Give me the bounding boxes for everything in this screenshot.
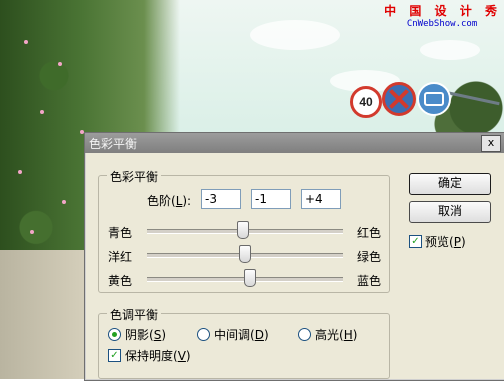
stone-wall bbox=[0, 250, 90, 379]
color-balance-group-title: 色彩平衡 bbox=[107, 168, 162, 185]
slider-red-label: 红色 bbox=[357, 226, 382, 240]
flower bbox=[58, 62, 62, 66]
flower bbox=[30, 230, 34, 234]
watermark-line2: CnWebShow.com bbox=[406, 19, 478, 29]
close-button[interactable]: x bbox=[481, 135, 501, 152]
close-icon: x bbox=[487, 136, 495, 149]
watermark-line1: 中 国 设 计 秀 bbox=[384, 4, 500, 18]
slider-green-label: 绿色 bbox=[357, 250, 382, 264]
no-entry-sign bbox=[382, 82, 416, 116]
slider-blue-label: 蓝色 bbox=[357, 274, 382, 288]
cancel-button[interactable]: 取消 bbox=[409, 201, 491, 223]
preserve-luminosity-checkbox[interactable]: ✓ bbox=[108, 349, 121, 362]
flower bbox=[24, 40, 28, 44]
midtones-label[interactable]: 中间调(D) bbox=[214, 326, 269, 343]
tone-balance-group: 色调平衡 阴影(S) 中间调(D) 高光(H) ✓ 保持明度(V) bbox=[98, 306, 390, 379]
yellow-blue-slider-thumb[interactable] bbox=[243, 269, 256, 287]
flower bbox=[40, 110, 44, 114]
highlights-label[interactable]: 高光(H) bbox=[315, 326, 357, 343]
cloud bbox=[250, 20, 340, 50]
preview-label[interactable]: 预览(P) bbox=[425, 233, 466, 250]
speed-limit-sign: 40 bbox=[350, 86, 382, 118]
dialog-title: 色彩平衡 bbox=[89, 137, 138, 151]
magenta-green-slider-thumb[interactable] bbox=[239, 245, 252, 263]
preserve-luminosity-label[interactable]: 保持明度(V) bbox=[125, 347, 191, 364]
preview-checkbox[interactable]: ✓ bbox=[409, 235, 422, 248]
flower bbox=[18, 170, 22, 174]
watermark: 中 国 设 计 秀 CnWebShow.com bbox=[384, 2, 500, 29]
level-input-yellow-blue[interactable]: +4 bbox=[301, 189, 341, 209]
slider-magenta-label: 洋红 bbox=[108, 250, 133, 264]
cyan-red-slider-thumb[interactable] bbox=[237, 221, 250, 239]
slider-cyan-label: 青色 bbox=[108, 226, 133, 240]
color-balance-dialog: 色彩平衡 x 色彩平衡 色阶(L): -3 -1 +4 青色 红色 洋红 绿色 … bbox=[84, 132, 504, 381]
flower bbox=[62, 200, 66, 204]
level-input-cyan-red[interactable]: -3 bbox=[201, 189, 241, 209]
shadows-label[interactable]: 阴影(S) bbox=[125, 326, 166, 343]
tone-balance-group-title: 色调平衡 bbox=[107, 306, 162, 323]
cloud bbox=[420, 40, 480, 60]
level-input-magenta-green[interactable]: -1 bbox=[251, 189, 291, 209]
highlights-radio[interactable] bbox=[298, 328, 311, 341]
ok-button[interactable]: 确定 bbox=[409, 173, 491, 195]
shadows-radio[interactable] bbox=[108, 328, 121, 341]
title-bar[interactable]: 色彩平衡 x bbox=[85, 133, 504, 153]
bus-sign bbox=[417, 82, 451, 116]
slider-yellow-label: 黄色 bbox=[108, 274, 133, 288]
midtones-radio[interactable] bbox=[197, 328, 210, 341]
color-balance-group: 色彩平衡 色阶(L): -3 -1 +4 青色 红色 洋红 绿色 黄色 蓝色 bbox=[98, 168, 390, 293]
levels-label: 色阶(L): bbox=[147, 194, 192, 208]
